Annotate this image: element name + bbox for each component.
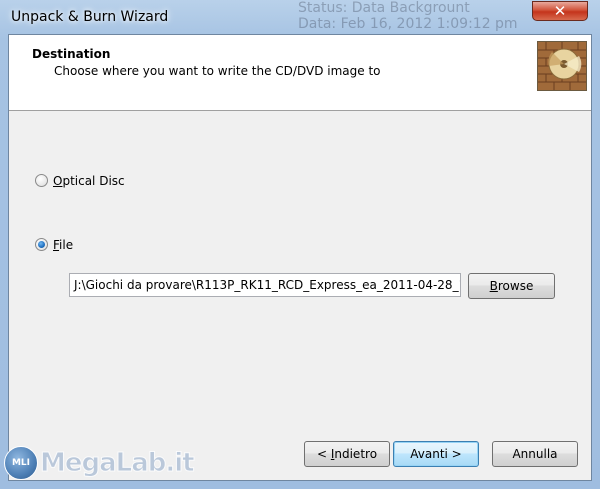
disc-bricks-icon bbox=[538, 42, 586, 90]
optical-disc-label[interactable]: Optical Disc bbox=[53, 174, 125, 188]
page-subtitle: Choose where you want to write the CD/DV… bbox=[54, 64, 381, 78]
title-bar[interactable]: Status: Data Backgrount Data: Feb 16, 20… bbox=[0, 0, 600, 34]
background-window-text: Status: Data Backgrount Data: Feb 16, 20… bbox=[298, 0, 528, 34]
back-text: ndietro bbox=[334, 447, 378, 461]
megalab-logo: MLI bbox=[4, 446, 38, 480]
megalab-logo-text: MLI bbox=[11, 458, 31, 468]
wizard-header: Destination Choose where you want to wri… bbox=[9, 35, 591, 111]
file-radio[interactable] bbox=[35, 238, 48, 251]
close-button[interactable]: ✕ bbox=[532, 1, 588, 21]
optical-disc-radio[interactable] bbox=[35, 174, 48, 187]
file-label[interactable]: File bbox=[53, 238, 73, 252]
back-button[interactable]: < Indietro bbox=[304, 441, 390, 467]
wizard-window: Status: Data Backgrount Data: Feb 16, 20… bbox=[0, 0, 600, 489]
file-text: ile bbox=[59, 238, 74, 252]
wizard-client-area: Destination Choose where you want to wri… bbox=[8, 34, 592, 481]
browse-accel: B bbox=[489, 279, 498, 293]
wizard-banner-icon bbox=[537, 41, 587, 91]
next-button[interactable]: Avanti > bbox=[393, 441, 479, 467]
browse-button[interactable]: Browse bbox=[468, 273, 555, 299]
optical-disc-text: ptical Disc bbox=[62, 174, 125, 188]
destination-path-input[interactable]: J:\Giochi da provare\R113P_RK11_RCD_Expr… bbox=[69, 273, 461, 297]
megalab-watermark-text: MegaLab.it bbox=[40, 448, 196, 479]
close-icon: ✕ bbox=[553, 2, 567, 20]
cancel-button[interactable]: Annulla bbox=[492, 441, 578, 467]
browse-text: rowse bbox=[497, 279, 534, 293]
back-prefix: < bbox=[316, 447, 331, 461]
background-text-line: Status: Data Backgrount bbox=[298, 0, 470, 16]
window-title: Unpack & Burn Wizard bbox=[11, 9, 169, 25]
megalab-watermark: MLI MegaLab.it bbox=[4, 442, 195, 484]
background-text-line: Data: Feb 16, 2012 1:09:12 pm bbox=[298, 16, 518, 32]
page-title: Destination bbox=[32, 47, 111, 61]
